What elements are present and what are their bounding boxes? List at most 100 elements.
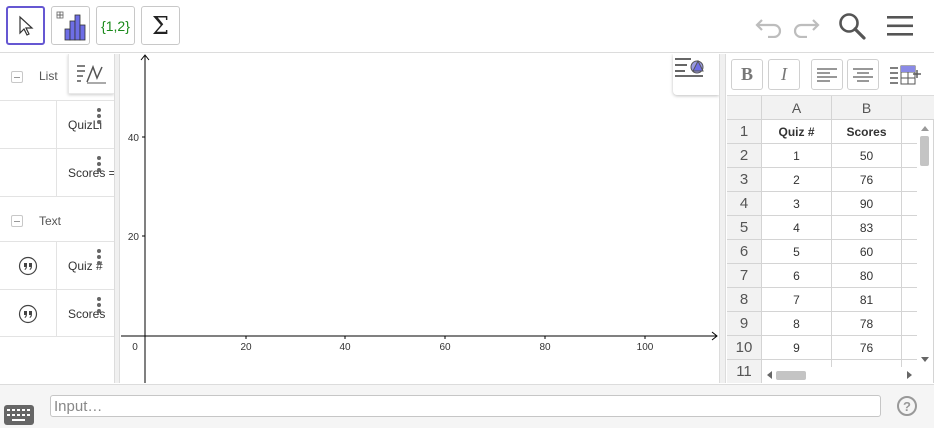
more-options-icon[interactable] — [96, 155, 102, 173]
scroll-down-icon[interactable] — [921, 357, 929, 362]
column-header-next[interactable] — [902, 96, 934, 120]
create-list-tool-button[interactable]: {1,2} — [96, 6, 135, 45]
algebra-item-quizlist[interactable]: QuizLi — [0, 100, 114, 148]
undo-button[interactable] — [752, 10, 786, 42]
spreadsheet-cell[interactable]: 9 — [762, 336, 832, 360]
row-header[interactable]: 11 — [727, 360, 762, 383]
bar-chart-tool-button[interactable] — [51, 6, 90, 45]
row-header[interactable]: 3 — [727, 168, 762, 192]
row-header[interactable]: 10 — [727, 336, 762, 360]
redo-icon — [793, 19, 820, 38]
y-tick-label: 40 — [128, 133, 140, 144]
spreadsheet-cell[interactable]: 8 — [762, 312, 832, 336]
spreadsheet-cell[interactable]: 6 — [762, 264, 832, 288]
algebra-item-scores-text[interactable]: Scores — [0, 289, 114, 337]
algebra-item-quiz-text[interactable]: Quiz # — [0, 241, 114, 289]
scrollbar-thumb[interactable] — [776, 371, 806, 380]
scroll-right-icon[interactable] — [907, 371, 912, 379]
hamburger-menu-icon — [887, 16, 913, 36]
bar-chart-icon — [56, 11, 85, 40]
align-left-button[interactable] — [811, 59, 843, 90]
collapse-group-text-button[interactable] — [11, 215, 23, 227]
sort-graph-icon — [76, 64, 106, 83]
bold-button[interactable]: B — [731, 59, 763, 90]
algebra-input-field[interactable] — [50, 395, 881, 417]
more-options-icon[interactable] — [96, 296, 102, 314]
search-button[interactable] — [835, 10, 869, 42]
row-header[interactable]: 9 — [727, 312, 762, 336]
row-header[interactable]: 8 — [727, 288, 762, 312]
graphics-canvas: 0 20 40 60 80 100 2040 — [121, 54, 718, 383]
spreadsheet-cell[interactable]: 76 — [832, 168, 902, 192]
spreadsheet-cell[interactable]: 76 — [832, 336, 902, 360]
algebra-group-text[interactable]: Text — [0, 196, 114, 242]
x-tick-label: 20 — [240, 342, 252, 353]
collapse-group-list-button[interactable] — [11, 71, 23, 83]
view-divider[interactable] — [114, 54, 120, 383]
algebra-group-label: Text — [39, 214, 62, 228]
row-header[interactable]: 4 — [727, 192, 762, 216]
align-left-icon — [817, 67, 837, 82]
graphics-view[interactable]: 0 20 40 60 80 100 20 40 — [121, 54, 719, 383]
more-options-icon[interactable] — [96, 248, 102, 266]
scrollbar-thumb[interactable] — [920, 136, 929, 166]
spreadsheet-cell[interactable]: 2 — [762, 168, 832, 192]
column-header[interactable]: A — [762, 96, 832, 120]
align-center-icon — [853, 67, 873, 82]
x-tick-label: 100 — [637, 342, 654, 353]
italic-button[interactable]: I — [768, 59, 800, 90]
quote-text-icon — [18, 256, 38, 275]
algebra-item-scores[interactable]: Scores = — [0, 148, 114, 196]
row-header[interactable]: 6 — [727, 240, 762, 264]
spreadsheet-cell[interactable]: Scores — [832, 120, 902, 144]
spreadsheet-cell[interactable]: 1 — [762, 144, 832, 168]
y-tick-label: 20 — [128, 232, 140, 243]
scroll-up-icon[interactable] — [921, 126, 929, 131]
more-options-icon[interactable] — [96, 107, 102, 125]
spreadsheet-cell[interactable]: 60 — [832, 240, 902, 264]
visibility-toggle[interactable] — [0, 101, 57, 148]
spreadsheet-cell[interactable]: 80 — [832, 264, 902, 288]
visibility-toggle[interactable] — [0, 242, 57, 289]
spreadsheet-cell[interactable]: 81 — [832, 288, 902, 312]
main-toolbar: {1,2} Σ — [0, 0, 934, 53]
x-tick-label: 80 — [539, 342, 551, 353]
row-header[interactable]: 7 — [727, 264, 762, 288]
scroll-left-icon[interactable] — [767, 371, 772, 379]
spreadsheet-cell[interactable]: 50 — [832, 144, 902, 168]
algebra-view: List QuizLi Scores = Text Quiz # Scores — [0, 54, 114, 383]
align-center-button[interactable] — [847, 59, 879, 90]
spreadsheet-options-button[interactable] — [889, 59, 921, 90]
spreadsheet-cell[interactable]: Quiz # — [762, 120, 832, 144]
algebra-item-text: Scores = — [68, 166, 114, 180]
move-tool-button[interactable] — [6, 6, 45, 45]
style-bar-toggle-icon — [675, 58, 704, 77]
spreadsheet-cell[interactable]: 78 — [832, 312, 902, 336]
spreadsheet-horizontal-scrollbar[interactable] — [762, 367, 917, 383]
spreadsheet-cell[interactable]: 90 — [832, 192, 902, 216]
spreadsheet-cell[interactable]: 83 — [832, 216, 902, 240]
spreadsheet-cell[interactable]: 3 — [762, 192, 832, 216]
row-header[interactable]: 5 — [727, 216, 762, 240]
spreadsheet-cell[interactable]: 5 — [762, 240, 832, 264]
main-menu-button[interactable] — [883, 10, 917, 42]
visibility-toggle[interactable] — [0, 149, 57, 196]
cursor-arrow-icon — [18, 15, 34, 36]
spreadsheet-corner[interactable] — [727, 96, 762, 120]
redo-button[interactable] — [789, 10, 823, 42]
spreadsheet-cell[interactable]: 4 — [762, 216, 832, 240]
row-header[interactable]: 2 — [727, 144, 762, 168]
visibility-toggle[interactable] — [0, 290, 57, 337]
view-divider[interactable] — [719, 54, 726, 383]
virtual-keyboard-button[interactable] — [4, 405, 34, 425]
spreadsheet-style-bar: B I — [727, 54, 934, 96]
help-button[interactable]: ? — [897, 396, 917, 416]
spreadsheet-cell[interactable]: 7 — [762, 288, 832, 312]
sum-tool-button[interactable]: Σ — [141, 6, 180, 45]
x-tick-label: 40 — [339, 342, 351, 353]
column-header[interactable]: B — [832, 96, 902, 120]
algebra-style-bar-button[interactable] — [68, 54, 114, 94]
spreadsheet-vertical-scrollbar[interactable] — [917, 124, 933, 369]
graphics-style-bar-button[interactable] — [673, 54, 719, 95]
row-header[interactable]: 1 — [727, 120, 762, 144]
